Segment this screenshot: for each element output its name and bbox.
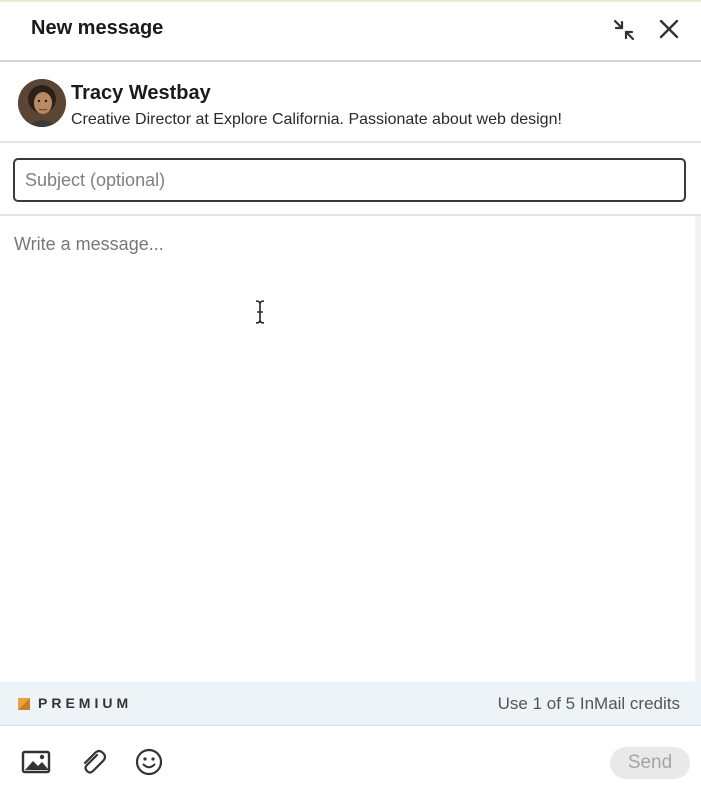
compose-header: New message <box>0 2 701 62</box>
compose-title: New message <box>31 17 164 39</box>
recipient-card: Tracy Westbay Creative Director at Explo… <box>0 62 701 143</box>
subject-input[interactable] <box>13 158 686 202</box>
message-input[interactable] <box>0 216 690 682</box>
recipient-headline: Creative Director at Explore California.… <box>71 111 562 128</box>
minimize-arrows-icon <box>613 19 635 41</box>
avatar[interactable] <box>18 79 66 127</box>
attach-image-button[interactable] <box>20 746 52 778</box>
paperclip-icon <box>83 749 107 774</box>
close-icon <box>659 19 679 39</box>
attach-file-button[interactable] <box>77 746 109 778</box>
subject-section <box>0 143 701 216</box>
inmail-credits-text: Use 1 of 5 InMail credits <box>497 694 680 713</box>
premium-badge-icon <box>18 698 30 710</box>
scrollbar[interactable] <box>695 216 701 682</box>
compose-window: New message Tracy Westbay Creative Direc… <box>0 0 701 792</box>
compose-toolbar: Send <box>0 726 701 792</box>
minimize-button[interactable] <box>608 14 640 46</box>
emoji-icon <box>135 748 163 776</box>
premium-label: PREMIUM <box>38 695 133 711</box>
send-button[interactable]: Send <box>610 747 690 779</box>
profile-photo-icon <box>18 79 66 127</box>
message-section <box>0 216 701 682</box>
text-cursor-icon <box>255 300 265 324</box>
recipient-name[interactable]: Tracy Westbay <box>71 82 211 105</box>
image-icon <box>21 750 51 774</box>
emoji-button[interactable] <box>133 746 165 778</box>
close-button[interactable] <box>653 13 685 45</box>
premium-bar: PREMIUM Use 1 of 5 InMail credits <box>0 682 701 726</box>
